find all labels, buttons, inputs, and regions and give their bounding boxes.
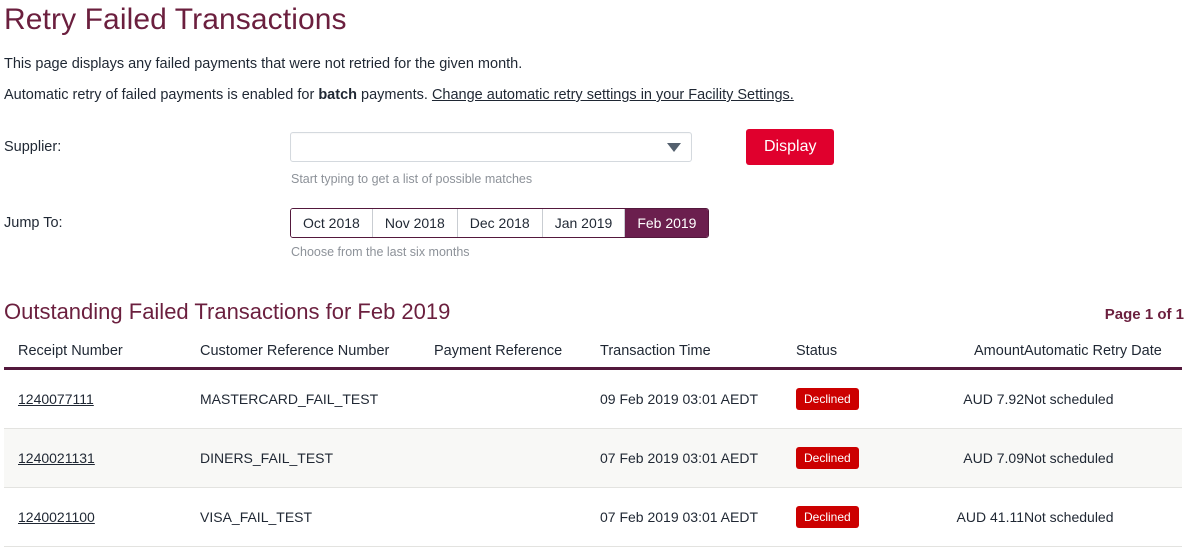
- cell-customer-reference-number: VISA_FAIL_TEST: [200, 488, 434, 547]
- jump-to-help-text: Choose from the last six months: [290, 245, 709, 259]
- supplier-input[interactable]: [291, 133, 661, 161]
- month-button-dec-2018[interactable]: Dec 2018: [458, 209, 543, 237]
- status-badge: Declined: [796, 506, 859, 528]
- cell-automatic-retry-date: Not scheduled: [1024, 488, 1182, 547]
- page-indicator: Page 1 of 1: [1105, 306, 1184, 323]
- intro-line-2-prefix: Automatic retry of failed payments is en…: [4, 87, 318, 103]
- transactions-table: Receipt Number Customer Reference Number…: [4, 343, 1182, 547]
- receipt-number-link[interactable]: 1240021100: [18, 509, 95, 525]
- month-button-oct-2018[interactable]: Oct 2018: [291, 209, 373, 237]
- table-header-row: Receipt Number Customer Reference Number…: [4, 343, 1182, 369]
- table-row: 1240077111 MASTERCARD_FAIL_TEST 09 Feb 201…: [4, 369, 1182, 429]
- cell-transaction-time: 07 Feb 2019 03:01 AEDT: [600, 488, 796, 547]
- column-header-automatic-retry-date: Automatic Retry Date: [1024, 343, 1182, 369]
- page-container: Retry Failed Transactions This page disp…: [0, 0, 1190, 547]
- cell-receipt-number: 1240077111: [4, 369, 200, 429]
- cell-payment-reference: [434, 488, 600, 547]
- cell-status: Declined: [796, 369, 914, 429]
- page-title: Retry Failed Transactions: [0, 0, 1190, 37]
- receipt-number-link[interactable]: 1240021131: [18, 450, 95, 466]
- column-header-status: Status: [796, 343, 914, 369]
- cell-automatic-retry-date: Not scheduled: [1024, 429, 1182, 488]
- column-header-receipt-number: Receipt Number: [4, 343, 200, 369]
- supplier-help-text: Start typing to get a list of possible m…: [290, 172, 834, 186]
- supplier-combo-wrap: Display: [290, 129, 834, 165]
- intro-line-1: This page displays any failed payments t…: [4, 37, 1190, 74]
- facility-settings-link[interactable]: Change automatic retry settings in your …: [432, 87, 794, 103]
- column-header-amount: Amount: [914, 343, 1024, 369]
- receipt-number-link[interactable]: 1240077111: [18, 391, 94, 407]
- cell-customer-reference-number: DINERS_FAIL_TEST: [200, 429, 434, 488]
- cell-amount: AUD 7.09: [914, 429, 1024, 488]
- jump-to-label: Jump To:: [4, 208, 290, 232]
- month-button-jan-2019[interactable]: Jan 2019: [543, 209, 626, 237]
- supplier-control-column: Display Start typing to get a list of po…: [290, 129, 834, 186]
- chevron-down-icon[interactable]: [667, 143, 681, 152]
- intro-block: This page displays any failed payments t…: [0, 37, 1190, 105]
- jump-to-control-column: Oct 2018Nov 2018Dec 2018Jan 2019Feb 2019…: [290, 208, 709, 259]
- month-selector-group[interactable]: Oct 2018Nov 2018Dec 2018Jan 2019Feb 2019: [290, 208, 709, 238]
- supplier-combobox[interactable]: [290, 132, 692, 162]
- intro-line-2: Automatic retry of failed payments is en…: [4, 74, 1190, 105]
- cell-automatic-retry-date: Not scheduled: [1024, 369, 1182, 429]
- month-button-nov-2018[interactable]: Nov 2018: [373, 209, 458, 237]
- column-header-payment-reference: Payment Reference: [434, 343, 600, 369]
- jump-to-form-row: Jump To: Oct 2018Nov 2018Dec 2018Jan 201…: [0, 208, 1190, 259]
- supplier-form-row: Supplier: Display Start typing to get a …: [0, 129, 1190, 186]
- cell-payment-reference: [434, 369, 600, 429]
- month-button-feb-2019[interactable]: Feb 2019: [625, 209, 708, 237]
- cell-receipt-number: 1240021100: [4, 488, 200, 547]
- status-badge: Declined: [796, 388, 859, 410]
- cell-amount: AUD 41.11: [914, 488, 1024, 547]
- table-row: 1240021131 DINERS_FAIL_TEST 07 Feb 2019 03…: [4, 429, 1182, 488]
- results-section-header: Outstanding Failed Transactions for Feb …: [0, 299, 1190, 325]
- results-title: Outstanding Failed Transactions for Feb …: [4, 299, 450, 325]
- cell-status: Declined: [796, 429, 914, 488]
- cell-receipt-number: 1240021131: [4, 429, 200, 488]
- cell-transaction-time: 07 Feb 2019 03:01 AEDT: [600, 429, 796, 488]
- cell-payment-reference: [434, 429, 600, 488]
- cell-customer-reference-number: MASTERCARD_FAIL_TEST: [200, 369, 434, 429]
- column-header-transaction-time: Transaction Time: [600, 343, 796, 369]
- table-body: 1240077111 MASTERCARD_FAIL_TEST 09 Feb 201…: [4, 369, 1182, 547]
- status-badge: Declined: [796, 447, 859, 469]
- supplier-label: Supplier:: [4, 129, 290, 156]
- table-header: Receipt Number Customer Reference Number…: [4, 343, 1182, 369]
- cell-status: Declined: [796, 488, 914, 547]
- intro-line-2-emphasis: batch: [318, 87, 357, 103]
- column-header-customer-reference-number: Customer Reference Number: [200, 343, 434, 369]
- display-button[interactable]: Display: [746, 129, 834, 165]
- cell-transaction-time: 09 Feb 2019 03:01 AEDT: [600, 369, 796, 429]
- cell-amount: AUD 7.92: [914, 369, 1024, 429]
- table-row: 1240021100 VISA_FAIL_TEST 07 Feb 2019 03:0…: [4, 488, 1182, 547]
- intro-line-2-middle: payments.: [357, 87, 432, 103]
